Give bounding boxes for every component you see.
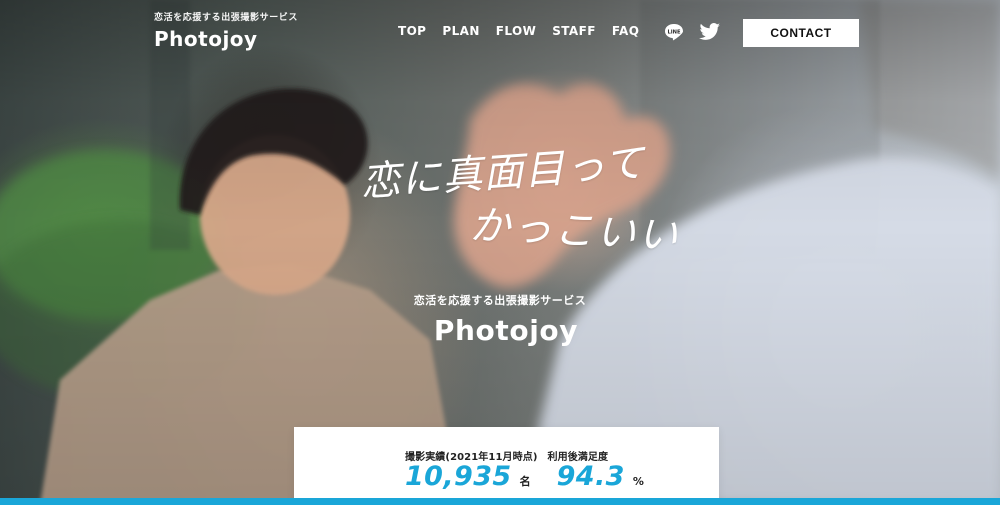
stat-satisfaction-unit: % bbox=[632, 475, 644, 488]
hero-brand-name: Photojoy bbox=[433, 314, 579, 347]
social-links: LINE bbox=[663, 22, 721, 42]
stat-shooting: 10,935 名 bbox=[405, 461, 531, 492]
stat-satisfaction: 94.3 % bbox=[557, 461, 644, 492]
main-nav: TOP PLAN FLOW STAFF FAQ bbox=[398, 24, 639, 38]
line-icon-svg: LINE bbox=[665, 24, 683, 41]
bottom-accent-bar bbox=[0, 498, 1000, 505]
hero-script: 恋に真面目って かっこいい bbox=[359, 140, 690, 260]
nav-top[interactable]: TOP bbox=[398, 24, 426, 38]
nav-flow[interactable]: FLOW bbox=[496, 24, 536, 38]
stat-shooting-value: 10,935 bbox=[405, 461, 512, 492]
brand[interactable]: 恋活を応援する出張撮影サービス Photojoy bbox=[154, 10, 298, 51]
brand-name[interactable]: Photojoy bbox=[154, 27, 298, 51]
line-icon[interactable]: LINE bbox=[663, 22, 685, 42]
nav-plan[interactable]: PLAN bbox=[442, 24, 479, 38]
stats-values: 10,935 名 94.3 % bbox=[405, 461, 644, 492]
hero-script-line-2: かっこいい bbox=[468, 202, 681, 260]
nav-faq[interactable]: FAQ bbox=[612, 24, 640, 38]
hero-tagline: 恋活を応援する出張撮影サービス bbox=[413, 294, 587, 307]
stat-satisfaction-value: 94.3 bbox=[556, 461, 625, 492]
stat-shooting-unit: 名 bbox=[519, 475, 531, 488]
twitter-icon-svg bbox=[699, 23, 721, 40]
nav-staff[interactable]: STAFF bbox=[552, 24, 596, 38]
twitter-icon[interactable] bbox=[699, 22, 721, 42]
brand-tagline: 恋活を応援する出張撮影サービス bbox=[154, 13, 299, 23]
contact-button[interactable]: CONTACT bbox=[743, 19, 859, 47]
svg-text:LINE: LINE bbox=[667, 30, 681, 36]
hero-section: 恋活を応援する出張撮影サービス Photojoy TOP PLAN FLOW S… bbox=[0, 0, 1000, 505]
stats-card: 撮影実績(2021年11月時点) 利用後満足度 10,935 名 94.3 % bbox=[294, 427, 719, 505]
